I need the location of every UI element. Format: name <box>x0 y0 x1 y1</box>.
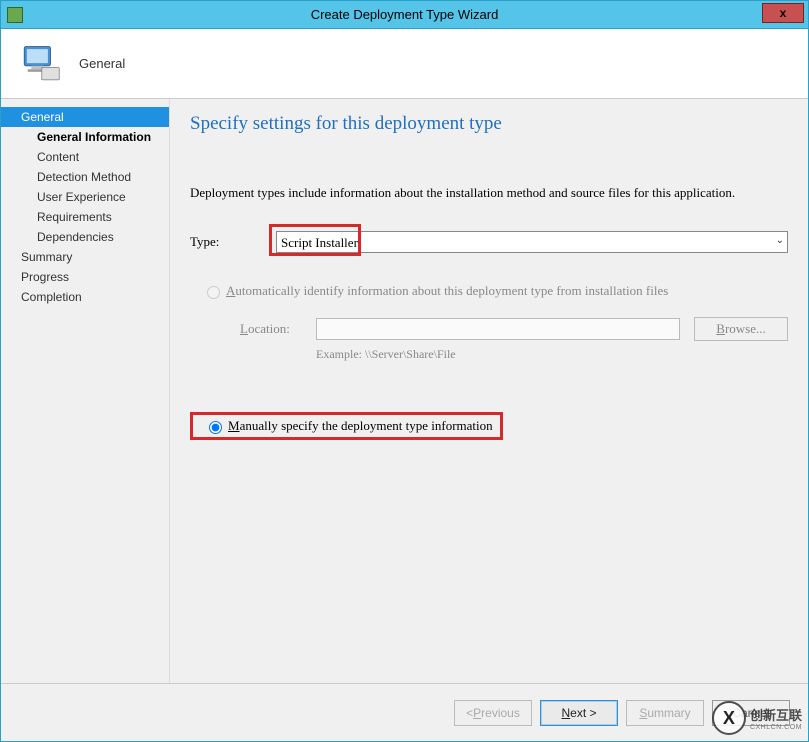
auto-identify-row: Automatically identify information about… <box>190 283 788 299</box>
wizard-window: Create Deployment Type Wizard x General … <box>0 0 809 742</box>
type-row: Type: Script Installer ⌄ <box>190 231 788 253</box>
header-title: General <box>79 56 125 71</box>
computer-icon <box>19 43 61 85</box>
auto-radio <box>207 286 220 299</box>
body: GeneralGeneral InformationContentDetecti… <box>1 99 808 683</box>
auto-label: Automatically identify information about… <box>226 283 668 299</box>
sidebar-item-user-experience[interactable]: User Experience <box>1 187 169 207</box>
sidebar-item-progress[interactable]: Progress <box>1 267 169 287</box>
sidebar-item-detection-method[interactable]: Detection Method <box>1 167 169 187</box>
location-label: Location: <box>240 321 316 337</box>
manual-radio[interactable] <box>209 421 222 434</box>
titlebar: Create Deployment Type Wizard x <box>1 1 808 29</box>
type-label: Type: <box>190 234 276 250</box>
manual-row[interactable]: Manually specify the deployment type inf… <box>200 418 493 434</box>
content-pane: Specify settings for this deployment typ… <box>169 99 808 683</box>
close-button[interactable]: x <box>762 3 804 23</box>
next-button[interactable]: Next > <box>540 700 618 726</box>
sidebar-item-dependencies[interactable]: Dependencies <box>1 227 169 247</box>
sidebar-item-completion[interactable]: Completion <box>1 287 169 307</box>
footer: < Previous Next > Summary Cancel <box>1 683 808 741</box>
content-heading: Specify settings for this deployment typ… <box>190 113 788 135</box>
content-description: Deployment types include information abo… <box>190 185 788 201</box>
location-row: Location: Browse... <box>190 317 788 341</box>
previous-button: < Previous <box>454 700 532 726</box>
location-input <box>316 318 680 340</box>
summary-button: Summary <box>626 700 704 726</box>
sidebar-item-content[interactable]: Content <box>1 147 169 167</box>
type-select[interactable]: Script Installer <box>276 231 788 253</box>
type-select-wrap: Script Installer ⌄ <box>276 231 788 253</box>
manual-row-wrap: Manually specify the deployment type inf… <box>190 412 503 440</box>
browse-button: Browse... <box>694 317 788 341</box>
close-icon: x <box>780 6 787 20</box>
window-title: Create Deployment Type Wizard <box>1 7 808 22</box>
sidebar-item-summary[interactable]: Summary <box>1 247 169 267</box>
header: General <box>1 29 808 99</box>
sidebar-item-general-information[interactable]: General Information <box>1 127 169 147</box>
manual-label: Manually specify the deployment type inf… <box>228 418 493 434</box>
cancel-button[interactable]: Cancel <box>712 700 790 726</box>
example-text: Example: \\Server\Share\File <box>190 347 788 362</box>
sidebar: GeneralGeneral InformationContentDetecti… <box>1 99 169 683</box>
sidebar-item-requirements[interactable]: Requirements <box>1 207 169 227</box>
sidebar-item-general[interactable]: General <box>1 107 169 127</box>
app-icon <box>7 7 23 23</box>
